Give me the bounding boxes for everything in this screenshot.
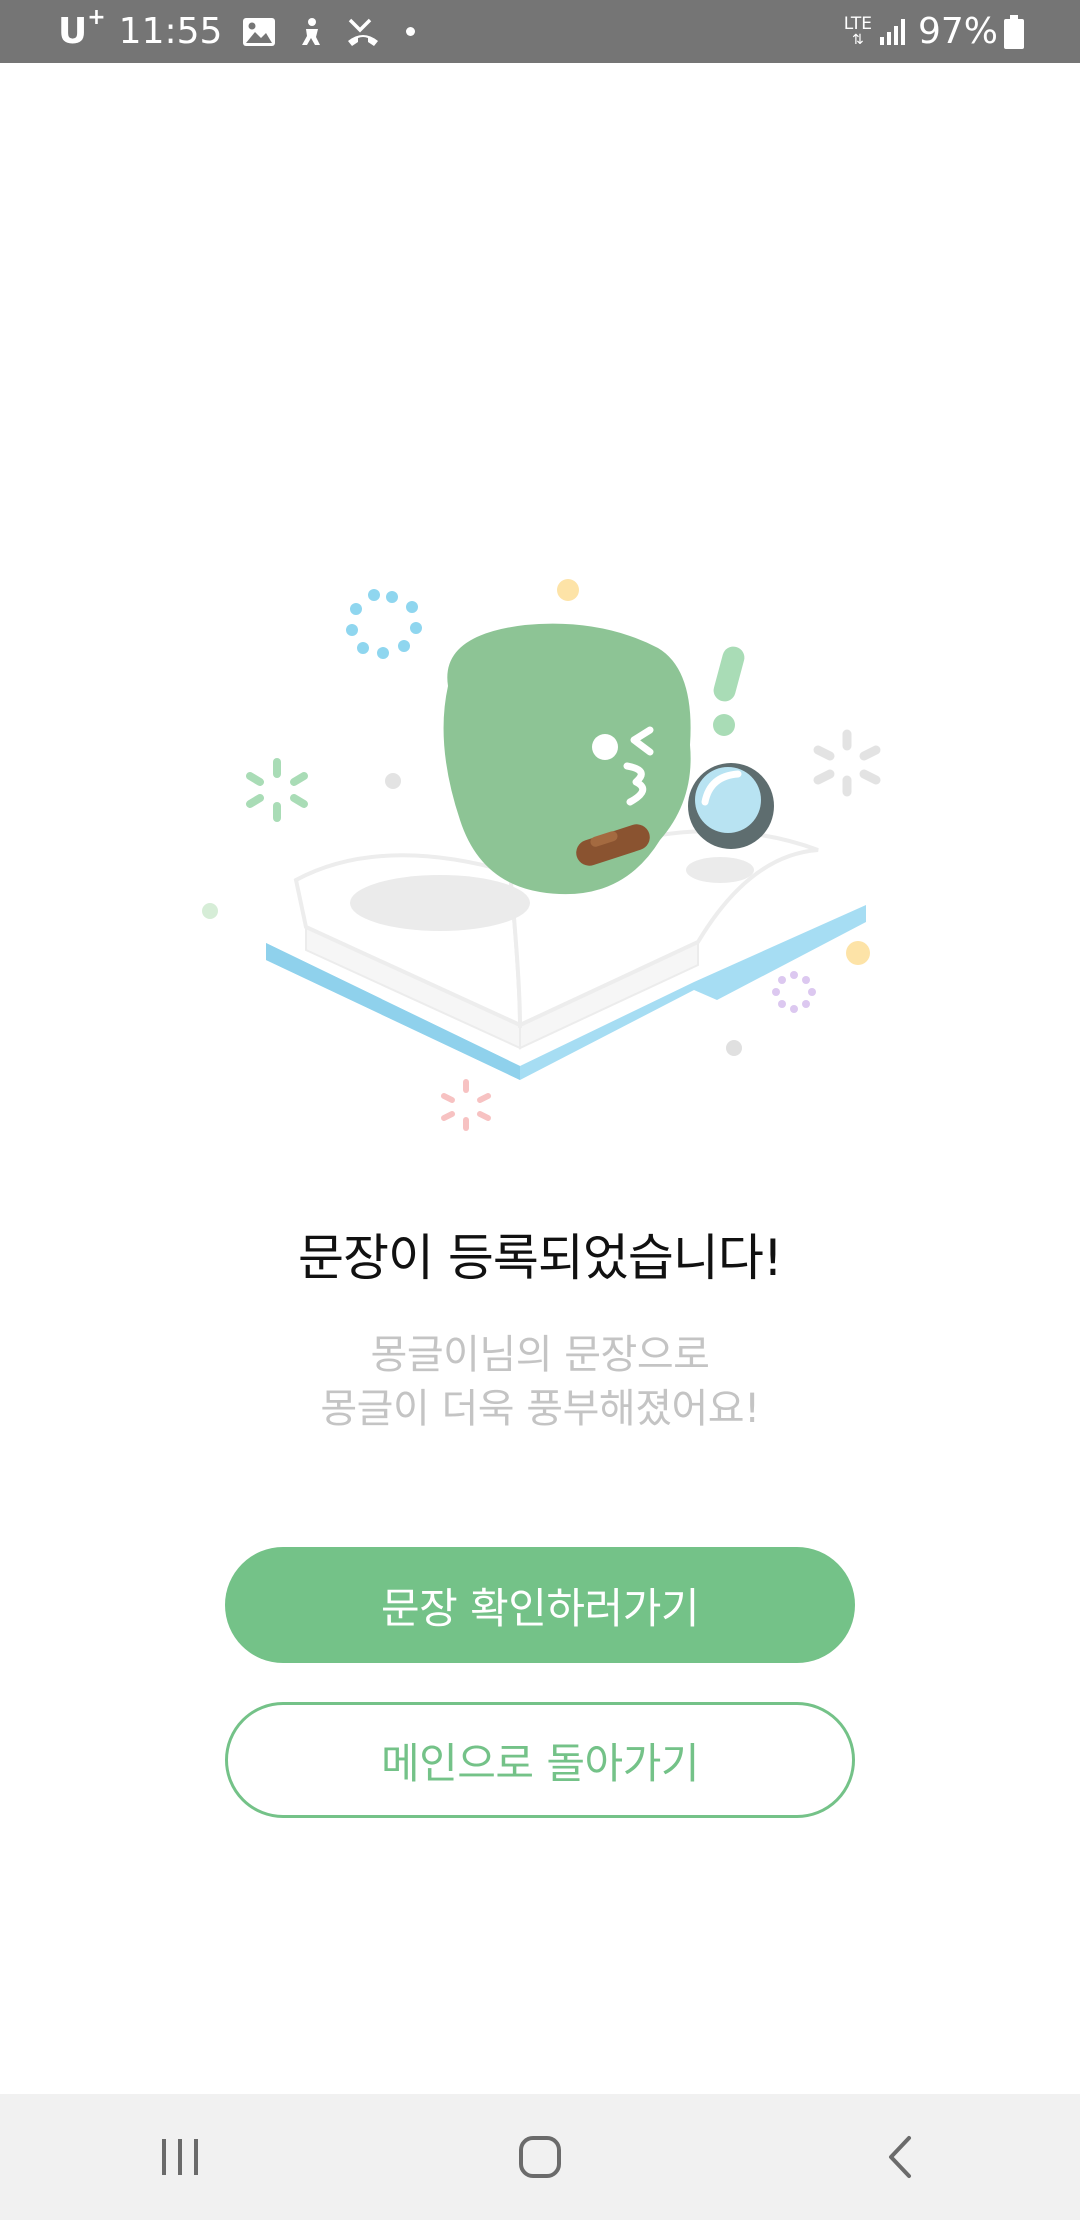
dot-yellow-right-icon: [846, 941, 870, 965]
sparkle-ring-blue-icon: [346, 589, 422, 659]
gallery-icon: [242, 17, 276, 47]
sparkle-ring-purple-icon: [772, 971, 816, 1013]
home-icon[interactable]: [460, 2107, 620, 2207]
battery-icon: [1004, 14, 1024, 49]
page-title: 문장이 등록되었습니다!: [298, 1229, 783, 1287]
sparkle-pink-icon: [441, 1079, 491, 1131]
dot-green-icon: [202, 903, 218, 919]
status-right: LTE ⇅ 97%: [824, 0, 1024, 63]
book-character-illustration: [202, 579, 881, 1131]
description-line-2: 몽글이 더욱 풍부해졌어요!: [320, 1386, 760, 1432]
system-nav-bar: [0, 2094, 1080, 2220]
battery-percent: 97%: [917, 11, 998, 52]
status-bar: U+ 11:55 LTE ⇅ 97%: [0, 0, 1080, 63]
notification-dot-icon: [406, 27, 416, 36]
dot-yellow-icon: [557, 579, 579, 601]
exclamation-mark-icon: [713, 646, 745, 736]
success-screen: U+ 11:55 LTE ⇅ 97% 문장이 등록되었습니다! 몽글이님의 문장…: [0, 0, 1080, 2220]
description-text: 몽글이님의 문장으로 몽글이 더욱 풍부해졌어요!: [0, 1328, 1080, 1436]
description-line-1: 몽글이님의 문장으로: [370, 1332, 710, 1378]
lte-icon: LTE ⇅: [843, 14, 872, 48]
dot-gray-icon: [385, 773, 401, 789]
back-icon[interactable]: [820, 2107, 980, 2207]
recent-apps-icon[interactable]: [100, 2107, 260, 2207]
accessibility-icon: [296, 17, 326, 47]
view-sentence-button[interactable]: 문장 확인하러가기: [225, 1547, 855, 1663]
missed-call-icon: [346, 17, 380, 47]
dot-gray-lower-icon: [726, 1040, 742, 1056]
status-left: U+ 11:55: [58, 0, 416, 63]
sparkle-gray-icon: [813, 729, 881, 797]
back-to-main-button[interactable]: 메인으로 돌아가기: [225, 1702, 855, 1818]
sparkle-green-icon: [246, 758, 308, 822]
signal-icon: [878, 17, 908, 47]
carrier-label: U+: [58, 5, 106, 52]
clock: 11:55: [118, 11, 223, 52]
